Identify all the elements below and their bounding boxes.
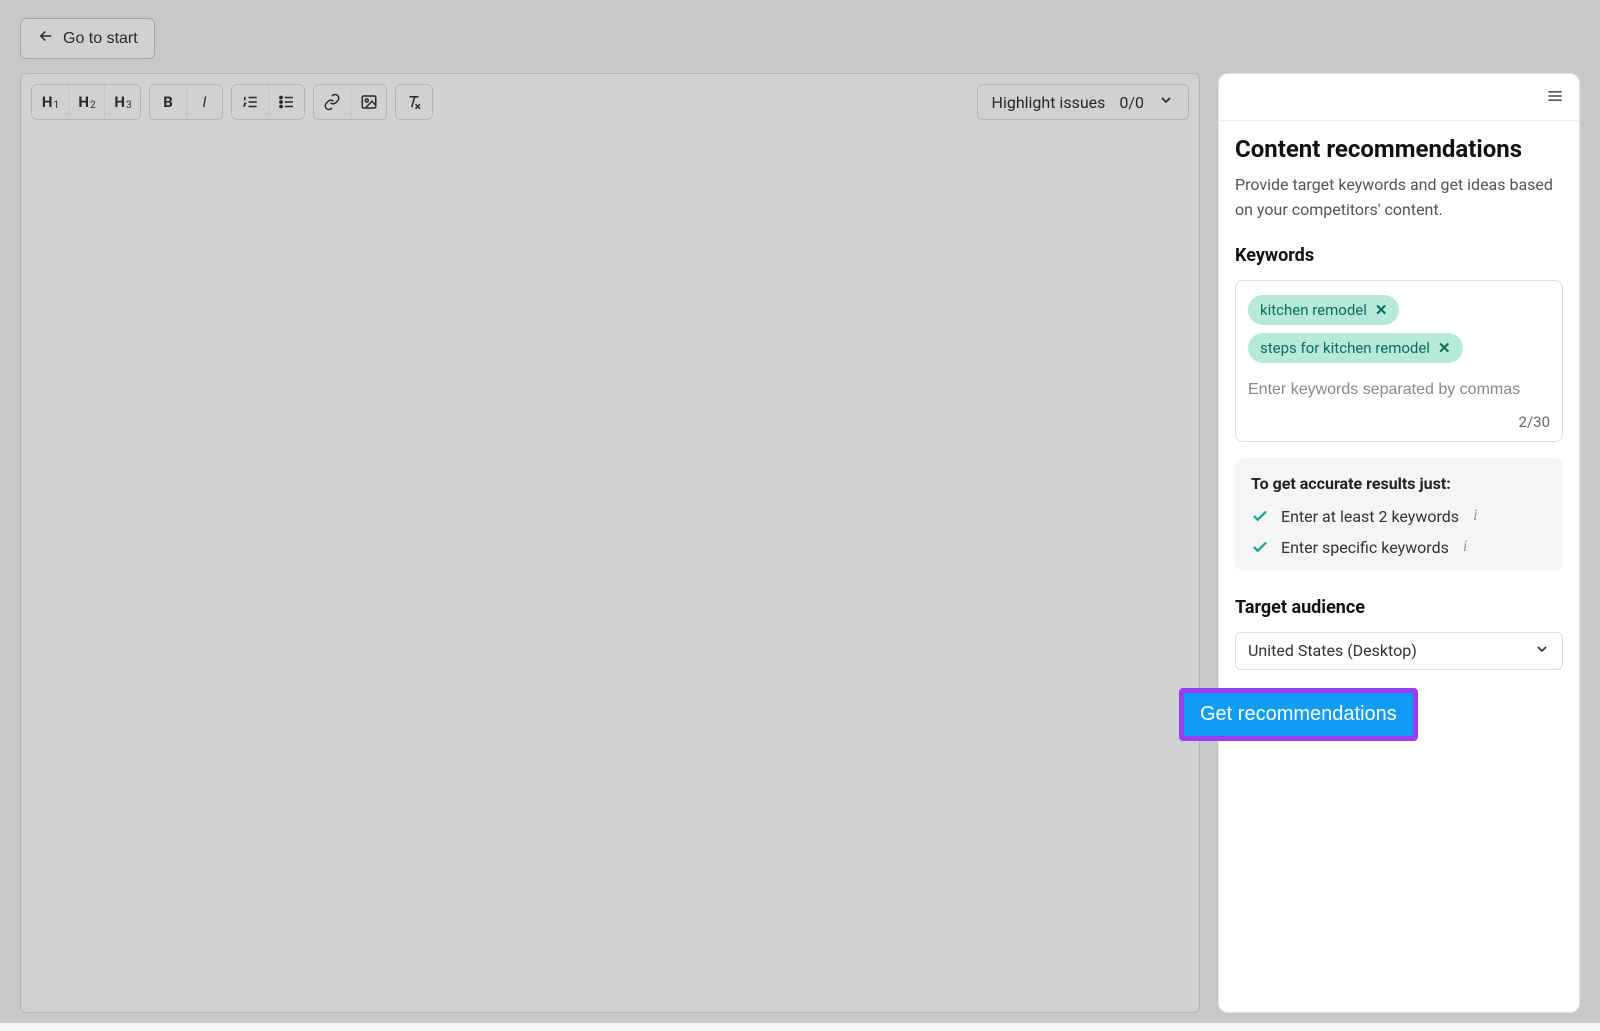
info-icon[interactable]: i: [1463, 538, 1467, 556]
info-icon[interactable]: i: [1473, 507, 1477, 525]
check-icon: [1251, 538, 1269, 556]
tip-text: Enter specific keywords: [1281, 538, 1449, 557]
keyword-tag: kitchen remodel ✕: [1248, 295, 1399, 325]
keywords-box: kitchen remodel ✕ steps for kitchen remo…: [1235, 280, 1563, 442]
highlight-issues-dropdown[interactable]: Highlight issues 0/0: [977, 84, 1189, 120]
tip-row: Enter specific keywords i: [1251, 538, 1547, 557]
link-button[interactable]: [314, 85, 350, 119]
ordered-list-button[interactable]: [232, 85, 268, 119]
check-icon: [1251, 507, 1269, 525]
tip-text: Enter at least 2 keywords: [1281, 507, 1459, 526]
chevron-down-icon: [1158, 92, 1174, 112]
recommendations-sidebar: Content recommendations Provide target k…: [1218, 73, 1580, 1013]
keywords-input[interactable]: [1248, 377, 1550, 405]
sidebar-description: Provide target keywords and get ideas ba…: [1235, 173, 1563, 223]
chevron-down-icon: [1534, 641, 1550, 661]
heading-3-button[interactable]: H3: [104, 85, 140, 119]
unordered-list-button[interactable]: [268, 85, 304, 119]
editor-panel: H1 H2 H3 B I: [20, 73, 1200, 1013]
heading-1-button[interactable]: H1: [32, 85, 68, 119]
keyword-tag-label: kitchen remodel: [1260, 301, 1367, 319]
arrow-left-icon: [37, 27, 55, 50]
keywords-label: Keywords: [1235, 245, 1563, 266]
highlight-issues-label: Highlight issues: [992, 93, 1106, 112]
heading-2-button[interactable]: H2: [68, 85, 104, 119]
tip-row: Enter at least 2 keywords i: [1251, 507, 1547, 526]
keyword-tag-label: steps for kitchen remodel: [1260, 339, 1430, 357]
target-audience-value: United States (Desktop): [1248, 641, 1417, 660]
sidebar-title: Content recommendations: [1235, 135, 1563, 163]
editor-toolbar: H1 H2 H3 B I: [21, 74, 1199, 131]
tips-title: To get accurate results just:: [1251, 474, 1547, 493]
keyword-tags: kitchen remodel ✕ steps for kitchen remo…: [1248, 295, 1550, 363]
target-audience-label: Target audience: [1235, 597, 1563, 618]
cta-highlight: Get recommendations: [1179, 688, 1418, 741]
cta-label: Get recommendations: [1200, 703, 1397, 725]
tips-box: To get accurate results just: Enter at l…: [1235, 458, 1563, 571]
keywords-count: 2/30: [1248, 413, 1550, 431]
go-to-start-label: Go to start: [63, 30, 138, 48]
remove-tag-icon[interactable]: ✕: [1375, 301, 1388, 319]
keyword-tag: steps for kitchen remodel ✕: [1248, 333, 1463, 363]
remove-tag-icon[interactable]: ✕: [1438, 339, 1451, 357]
target-audience-select[interactable]: United States (Desktop): [1235, 632, 1563, 670]
highlight-issues-count: 0/0: [1119, 93, 1144, 112]
bold-button[interactable]: B: [150, 85, 186, 119]
get-recommendations-button[interactable]: Get recommendations: [1184, 693, 1413, 736]
image-button[interactable]: [350, 85, 386, 119]
go-to-start-button[interactable]: Go to start: [20, 18, 155, 59]
clear-formatting-button[interactable]: [396, 85, 432, 119]
italic-button[interactable]: I: [186, 85, 222, 119]
menu-icon[interactable]: [1545, 86, 1565, 110]
